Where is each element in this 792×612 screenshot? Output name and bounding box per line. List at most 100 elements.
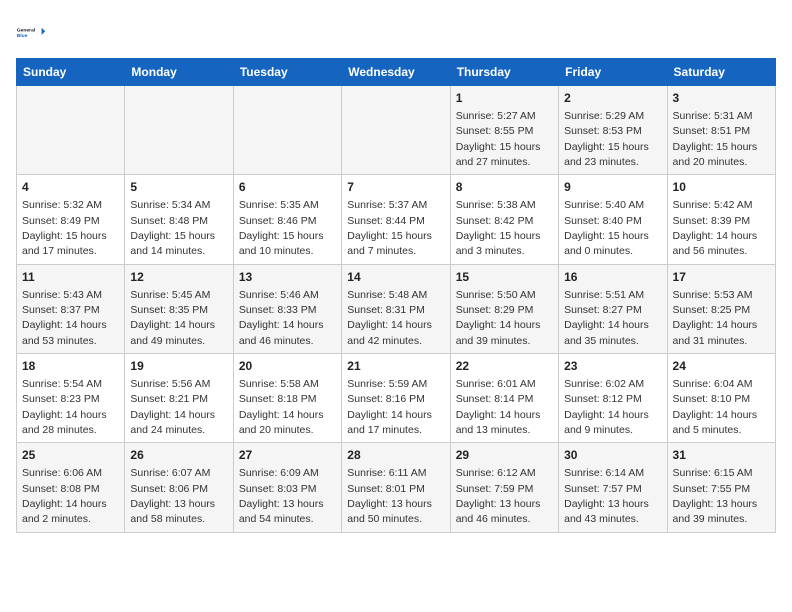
day-number: 12: [130, 269, 227, 286]
svg-text:Blue: Blue: [17, 33, 28, 39]
day-info: Sunrise: 6:02 AMSunset: 8:12 PMDaylight:…: [564, 378, 649, 436]
page-header: GeneralBlue: [16, 16, 776, 48]
day-number: 6: [239, 179, 336, 196]
day-info: Sunrise: 5:48 AMSunset: 8:31 PMDaylight:…: [347, 289, 432, 347]
day-info: Sunrise: 5:31 AMSunset: 8:51 PMDaylight:…: [673, 110, 758, 168]
day-number: 20: [239, 358, 336, 375]
day-number: 31: [673, 447, 770, 464]
day-number: 14: [347, 269, 444, 286]
header-sunday: Sunday: [17, 59, 125, 86]
day-number: 3: [673, 90, 770, 107]
calendar-cell: 7 Sunrise: 5:37 AMSunset: 8:44 PMDaylight…: [342, 175, 450, 264]
day-number: 16: [564, 269, 661, 286]
calendar-table: SundayMondayTuesdayWednesdayThursdayFrid…: [16, 58, 776, 533]
calendar-header-row: SundayMondayTuesdayWednesdayThursdayFrid…: [17, 59, 776, 86]
logo-icon: GeneralBlue: [16, 16, 48, 48]
calendar-cell: 23Sunrise: 6:02 AMSunset: 8:12 PMDayligh…: [559, 354, 667, 443]
day-number: 9: [564, 179, 661, 196]
day-info: Sunrise: 5:40 AMSunset: 8:40 PMDaylight:…: [564, 199, 649, 257]
day-info: Sunrise: 5:59 AMSunset: 8:16 PMDaylight:…: [347, 378, 432, 436]
day-number: 2: [564, 90, 661, 107]
day-number: 13: [239, 269, 336, 286]
calendar-cell: 1 Sunrise: 5:27 AMSunset: 8:55 PMDaylight…: [450, 86, 558, 175]
header-monday: Monday: [125, 59, 233, 86]
day-number: 10: [673, 179, 770, 196]
header-friday: Friday: [559, 59, 667, 86]
day-info: Sunrise: 5:46 AMSunset: 8:33 PMDaylight:…: [239, 289, 324, 347]
day-info: Sunrise: 5:54 AMSunset: 8:23 PMDaylight:…: [22, 378, 107, 436]
calendar-cell: 24Sunrise: 6:04 AMSunset: 8:10 PMDayligh…: [667, 354, 775, 443]
calendar-cell: [17, 86, 125, 175]
day-info: Sunrise: 5:42 AMSunset: 8:39 PMDaylight:…: [673, 199, 758, 257]
day-number: 25: [22, 447, 119, 464]
calendar-cell: 26 Sunrise: 6:07 AMSunset: 8:06 PMDayligh…: [125, 443, 233, 532]
day-number: 27: [239, 447, 336, 464]
calendar-cell: [342, 86, 450, 175]
day-info: Sunrise: 6:12 AMSunset: 7:59 PMDaylight:…: [456, 467, 541, 525]
calendar-cell: 4 Sunrise: 5:32 AMSunset: 8:49 PMDaylight…: [17, 175, 125, 264]
calendar-week-4: 18 Sunrise: 5:54 AMSunset: 8:23 PMDayligh…: [17, 354, 776, 443]
calendar-cell: 14 Sunrise: 5:48 AMSunset: 8:31 PMDayligh…: [342, 264, 450, 353]
day-info: Sunrise: 5:56 AMSunset: 8:21 PMDaylight:…: [130, 378, 215, 436]
day-number: 5: [130, 179, 227, 196]
day-info: Sunrise: 6:01 AMSunset: 8:14 PMDaylight:…: [456, 378, 541, 436]
calendar-cell: 11Sunrise: 5:43 AMSunset: 8:37 PMDayligh…: [17, 264, 125, 353]
calendar-cell: 3 Sunrise: 5:31 AMSunset: 8:51 PMDaylight…: [667, 86, 775, 175]
day-info: Sunrise: 5:50 AMSunset: 8:29 PMDaylight:…: [456, 289, 541, 347]
calendar-cell: 22Sunrise: 6:01 AMSunset: 8:14 PMDayligh…: [450, 354, 558, 443]
calendar-week-1: 1 Sunrise: 5:27 AMSunset: 8:55 PMDaylight…: [17, 86, 776, 175]
calendar-cell: [233, 86, 341, 175]
calendar-cell: 17 Sunrise: 5:53 AMSunset: 8:25 PMDayligh…: [667, 264, 775, 353]
calendar-cell: 10 Sunrise: 5:42 AMSunset: 8:39 PMDayligh…: [667, 175, 775, 264]
day-info: Sunrise: 5:27 AMSunset: 8:55 PMDaylight:…: [456, 110, 541, 168]
header-wednesday: Wednesday: [342, 59, 450, 86]
calendar-cell: 6 Sunrise: 5:35 AMSunset: 8:46 PMDaylight…: [233, 175, 341, 264]
calendar-cell: 16 Sunrise: 5:51 AMSunset: 8:27 PMDayligh…: [559, 264, 667, 353]
day-number: 4: [22, 179, 119, 196]
day-info: Sunrise: 5:34 AMSunset: 8:48 PMDaylight:…: [130, 199, 215, 257]
day-number: 29: [456, 447, 553, 464]
day-number: 17: [673, 269, 770, 286]
calendar-week-5: 25 Sunrise: 6:06 AMSunset: 8:08 PMDayligh…: [17, 443, 776, 532]
calendar-cell: 31 Sunrise: 6:15 AMSunset: 7:55 PMDayligh…: [667, 443, 775, 532]
day-info: Sunrise: 6:11 AMSunset: 8:01 PMDaylight:…: [347, 467, 432, 525]
calendar-cell: 30 Sunrise: 6:14 AMSunset: 7:57 PMDayligh…: [559, 443, 667, 532]
svg-text:General: General: [17, 27, 36, 33]
calendar-cell: 8Sunrise: 5:38 AMSunset: 8:42 PMDaylight…: [450, 175, 558, 264]
day-info: Sunrise: 5:51 AMSunset: 8:27 PMDaylight:…: [564, 289, 649, 347]
day-number: 28: [347, 447, 444, 464]
calendar-cell: 13 Sunrise: 5:46 AMSunset: 8:33 PMDayligh…: [233, 264, 341, 353]
day-info: Sunrise: 5:38 AMSunset: 8:42 PMDaylight:…: [456, 199, 541, 257]
header-tuesday: Tuesday: [233, 59, 341, 86]
calendar-cell: 29 Sunrise: 6:12 AMSunset: 7:59 PMDayligh…: [450, 443, 558, 532]
calendar-cell: 28 Sunrise: 6:11 AMSunset: 8:01 PMDayligh…: [342, 443, 450, 532]
day-number: 15: [456, 269, 553, 286]
day-number: 19: [130, 358, 227, 375]
day-number: 26: [130, 447, 227, 464]
calendar-cell: 2Sunrise: 5:29 AMSunset: 8:53 PMDaylight…: [559, 86, 667, 175]
day-info: Sunrise: 6:06 AMSunset: 8:08 PMDaylight:…: [22, 467, 107, 525]
day-number: 30: [564, 447, 661, 464]
day-info: Sunrise: 6:07 AMSunset: 8:06 PMDaylight:…: [130, 467, 215, 525]
day-number: 7: [347, 179, 444, 196]
calendar-cell: 27 Sunrise: 6:09 AMSunset: 8:03 PMDayligh…: [233, 443, 341, 532]
day-number: 21: [347, 358, 444, 375]
day-info: Sunrise: 5:32 AMSunset: 8:49 PMDaylight:…: [22, 199, 107, 257]
calendar-cell: 12Sunrise: 5:45 AMSunset: 8:35 PMDayligh…: [125, 264, 233, 353]
day-number: 11: [22, 269, 119, 286]
day-info: Sunrise: 5:37 AMSunset: 8:44 PMDaylight:…: [347, 199, 432, 257]
calendar-cell: 9 Sunrise: 5:40 AMSunset: 8:40 PMDaylight…: [559, 175, 667, 264]
day-info: Sunrise: 5:35 AMSunset: 8:46 PMDaylight:…: [239, 199, 324, 257]
calendar-cell: 18 Sunrise: 5:54 AMSunset: 8:23 PMDayligh…: [17, 354, 125, 443]
calendar-week-3: 11Sunrise: 5:43 AMSunset: 8:37 PMDayligh…: [17, 264, 776, 353]
calendar-cell: 15 Sunrise: 5:50 AMSunset: 8:29 PMDayligh…: [450, 264, 558, 353]
day-info: Sunrise: 6:15 AMSunset: 7:55 PMDaylight:…: [673, 467, 758, 525]
day-info: Sunrise: 5:53 AMSunset: 8:25 PMDaylight:…: [673, 289, 758, 347]
logo: GeneralBlue: [16, 16, 48, 48]
day-info: Sunrise: 6:14 AMSunset: 7:57 PMDaylight:…: [564, 467, 649, 525]
day-number: 1: [456, 90, 553, 107]
day-number: 18: [22, 358, 119, 375]
day-info: Sunrise: 6:09 AMSunset: 8:03 PMDaylight:…: [239, 467, 324, 525]
calendar-cell: 5 Sunrise: 5:34 AMSunset: 8:48 PMDaylight…: [125, 175, 233, 264]
calendar-week-2: 4 Sunrise: 5:32 AMSunset: 8:49 PMDaylight…: [17, 175, 776, 264]
